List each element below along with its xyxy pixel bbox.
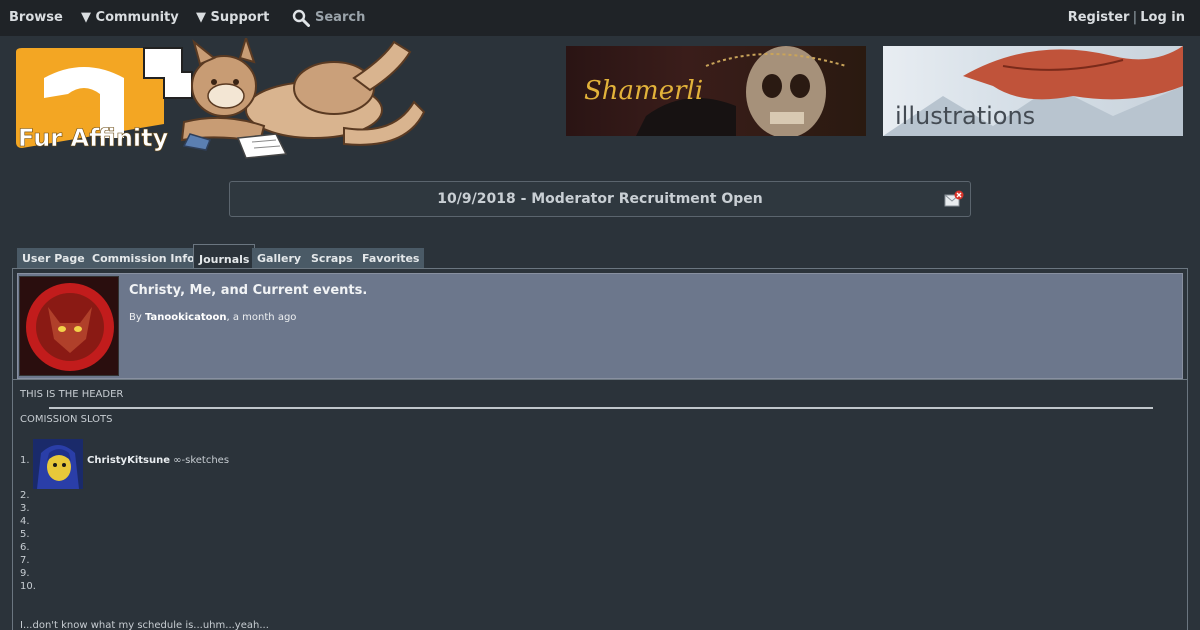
dismiss-notice-icon[interactable] (944, 190, 964, 208)
header-divider (13, 379, 1187, 380)
journal-header-text: THIS IS THE HEADER (20, 389, 124, 400)
journal-body-line: I...don't know what my schedule is...uhm… (20, 620, 269, 630)
horizontal-rule (49, 407, 1153, 409)
auth-links: Register | Log in (1068, 10, 1185, 25)
slot-number: 9. (20, 568, 30, 579)
register-link[interactable]: Register (1068, 10, 1130, 25)
journal-header: Christy, Me, and Current events. By Tano… (17, 273, 1183, 379)
slot-number: 7. (20, 555, 30, 566)
slot-number: 5. (20, 529, 30, 540)
slot-number: 6. (20, 542, 30, 553)
journal-byline: By Tanookicatoon, a month ago (129, 312, 296, 323)
slots-title: COMISSION SLOTS (20, 414, 113, 425)
slot-note: ∞-sketches (170, 455, 230, 466)
nav-community[interactable]: ▼ Community (81, 10, 179, 25)
auth-separator: | (1132, 10, 1138, 25)
journal-time: , a month ago (226, 312, 297, 323)
login-link[interactable]: Log in (1140, 10, 1185, 25)
fur-affinity-logo[interactable]: Fur Affinity (14, 38, 426, 162)
tab-commission-info[interactable]: Commission Info (87, 248, 200, 269)
journal-title: Christy, Me, and Current events. (129, 283, 368, 298)
slot-number: 1. (20, 455, 30, 466)
site-notice: 10/9/2018 - Moderator Recruitment Open (229, 181, 971, 217)
user-icon-image (33, 439, 83, 489)
author-link[interactable]: Tanookicatoon (145, 312, 227, 323)
search-icon[interactable] (292, 9, 310, 27)
slot-number: 3. (20, 503, 30, 514)
ad-text: illustrations (895, 102, 1036, 130)
ad-text: Shamerli (584, 76, 704, 106)
search-link[interactable]: Search (315, 10, 365, 25)
slot-user-link[interactable]: ChristyKitsune (87, 455, 170, 466)
banner-ad-illustrations[interactable]: illustrations (883, 46, 1183, 136)
nav-browse[interactable]: Browse (9, 10, 63, 25)
tab-favorites[interactable]: Favorites (357, 248, 425, 269)
top-nav: Browse ▼ Community ▼ Support Search Regi… (0, 0, 1200, 36)
notice-text: 10/9/2018 - Moderator Recruitment Open (437, 191, 763, 207)
tab-user-page[interactable]: User Page (17, 248, 90, 269)
tab-gallery[interactable]: Gallery (252, 248, 307, 269)
by-prefix: By (129, 312, 142, 323)
tab-scraps[interactable]: Scraps (306, 248, 358, 269)
banner-ad-shamerli[interactable]: Shamerli (566, 46, 866, 136)
journal-frame: Christy, Me, and Current events. By Tano… (12, 268, 1188, 630)
nav-support[interactable]: ▼ Support (196, 10, 269, 25)
tab-journals[interactable]: Journals (193, 244, 256, 269)
slot-number: 10. (20, 581, 36, 592)
slot-number: 4. (20, 516, 30, 527)
avatar-image (20, 277, 118, 375)
slot-user-avatar[interactable] (33, 439, 83, 489)
slot-entry: ChristyKitsune ∞-sketches (87, 455, 229, 466)
slot-number: 2. (20, 490, 30, 501)
logo-text: Fur Affinity (18, 124, 169, 152)
author-avatar[interactable] (19, 276, 119, 376)
